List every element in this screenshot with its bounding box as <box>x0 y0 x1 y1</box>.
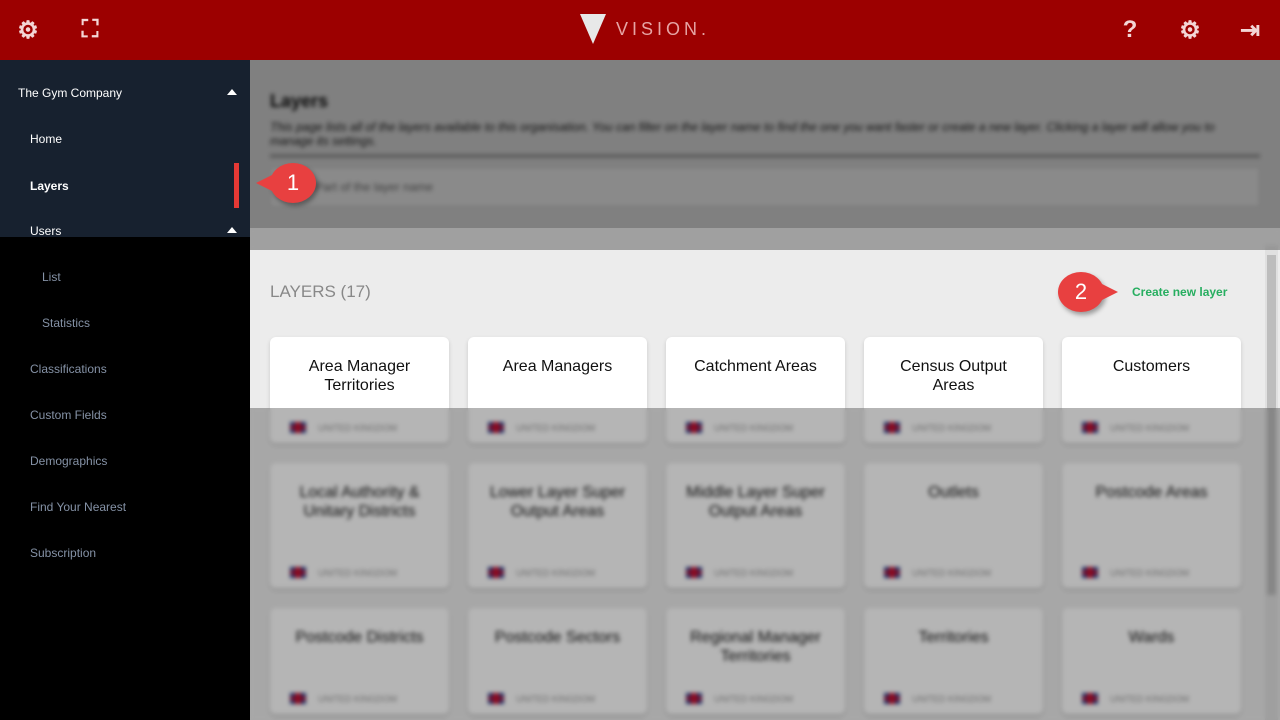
layers-count-heading: LAYERS (17) <box>270 282 371 301</box>
create-new-layer-link[interactable]: Create new layer <box>1132 285 1227 299</box>
sidebar-item-home[interactable]: Home <box>30 132 62 146</box>
logo-text: VISION. <box>616 18 711 39</box>
callout-2: 2 <box>1058 272 1118 312</box>
dim-overlay <box>250 228 1280 250</box>
layer-name: Customers <box>1112 358 1191 375</box>
sidebar: The Gym Company Home Layers Users List S… <box>0 60 250 720</box>
sidebar-item-subscription[interactable]: Subscription <box>30 546 96 560</box>
map-icon[interactable]: ⛶ <box>74 14 106 46</box>
gear-icon[interactable]: ⚙ <box>1174 14 1206 46</box>
layer-name: Area Manager Territories <box>308 358 411 394</box>
dim-overlay <box>250 60 1280 228</box>
sidebar-item-list[interactable]: List <box>42 270 61 284</box>
sidebar-item-find-your-nearest[interactable]: Find Your Nearest <box>30 500 126 514</box>
sidebar-org[interactable]: The Gym Company <box>18 86 122 100</box>
sidebar-item-users[interactable]: Users <box>30 224 61 238</box>
layer-name: Catchment Areas <box>694 358 817 375</box>
layer-name: Area Managers <box>502 358 613 375</box>
sidebar-item-custom-fields[interactable]: Custom Fields <box>30 408 107 422</box>
sidebar-item-demographics[interactable]: Demographics <box>30 454 107 468</box>
callout-1: 1 <box>256 163 316 203</box>
logout-icon[interactable]: ⇥ <box>1234 14 1266 46</box>
caret-up-icon[interactable] <box>227 227 237 233</box>
sidebar-item-classifications[interactable]: Classifications <box>30 362 107 376</box>
logo: VISION. <box>580 14 710 44</box>
sidebar-dimmed-region <box>0 237 250 720</box>
caret-up-icon[interactable] <box>227 89 237 95</box>
top-bar: ⚙ ⛶ VISION. ? ⚙ ⇥ <box>0 0 1280 60</box>
layer-name: Census Output Areas <box>900 358 1007 394</box>
settings-cog-icon[interactable]: ⚙ <box>12 14 44 46</box>
dim-overlay <box>250 408 1280 720</box>
sidebar-item-statistics[interactable]: Statistics <box>42 316 90 330</box>
active-indicator <box>234 163 239 208</box>
help-icon[interactable]: ? <box>1114 14 1146 46</box>
sidebar-item-layers[interactable]: Layers <box>30 179 69 193</box>
